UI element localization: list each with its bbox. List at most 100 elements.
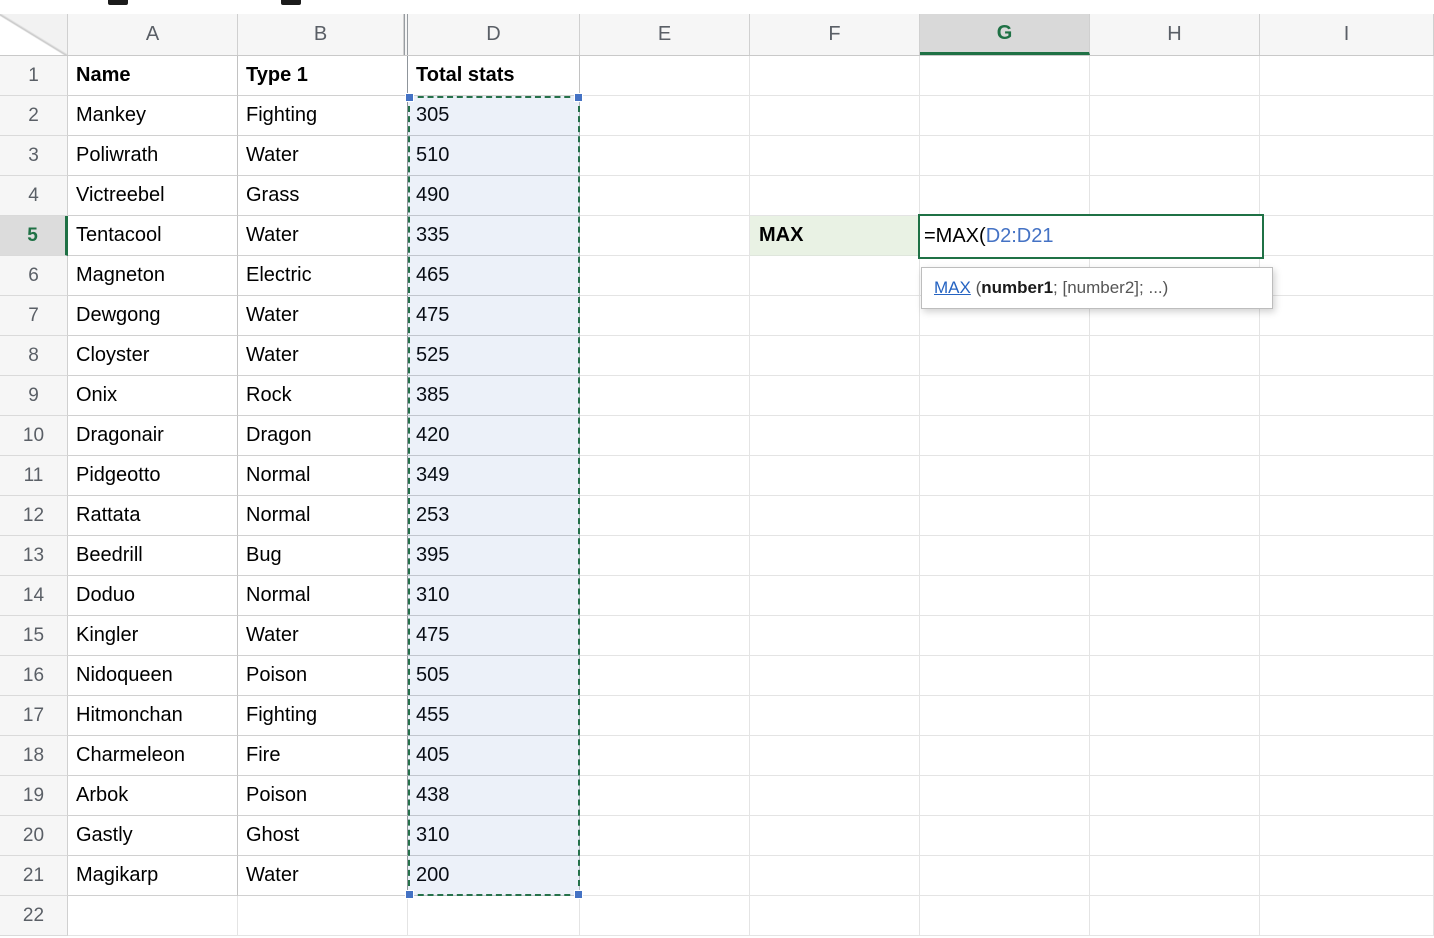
column-header-H[interactable]: H [1090,14,1260,55]
cell-G22[interactable] [920,896,1090,936]
cell-F16[interactable] [750,656,920,696]
select-all-corner[interactable] [0,14,68,55]
cell-I4[interactable] [1260,176,1434,216]
cell-F15[interactable] [750,616,920,656]
cell-E10[interactable] [580,416,750,456]
row-header-5[interactable]: 5 [0,216,68,256]
cell-I22[interactable] [1260,896,1434,936]
column-header-I[interactable]: I [1260,14,1434,55]
cell-B18[interactable]: Fire [238,736,408,776]
cell-F14[interactable] [750,576,920,616]
cell-G9[interactable] [920,376,1090,416]
cell-I16[interactable] [1260,656,1434,696]
cell-D12[interactable]: 253 [408,496,580,536]
cell-D17[interactable]: 455 [408,696,580,736]
cell-G15[interactable] [920,616,1090,656]
cell-A6[interactable]: Magneton [68,256,238,296]
cell-F10[interactable] [750,416,920,456]
cell-E6[interactable] [580,256,750,296]
cell-E2[interactable] [580,96,750,136]
row-header-14[interactable]: 14 [0,576,68,616]
row-header-15[interactable]: 15 [0,616,68,656]
cell-H1[interactable] [1090,56,1260,96]
cell-H8[interactable] [1090,336,1260,376]
cell-G14[interactable] [920,576,1090,616]
cell-D20[interactable]: 310 [408,816,580,856]
cell-B14[interactable]: Normal [238,576,408,616]
cell-A5[interactable]: Tentacool [68,216,238,256]
cell-E20[interactable] [580,816,750,856]
cell-I15[interactable] [1260,616,1434,656]
cell-E19[interactable] [580,776,750,816]
cell-D6[interactable]: 465 [408,256,580,296]
cell-H16[interactable] [1090,656,1260,696]
cell-E13[interactable] [580,536,750,576]
cell-F22[interactable] [750,896,920,936]
cell-D4[interactable]: 490 [408,176,580,216]
cell-H12[interactable] [1090,496,1260,536]
cell-F20[interactable] [750,816,920,856]
cell-I18[interactable] [1260,736,1434,776]
cell-I2[interactable] [1260,96,1434,136]
range-handle-bottom-right[interactable] [574,890,583,899]
cell-E21[interactable] [580,856,750,896]
cell-D9[interactable]: 385 [408,376,580,416]
cell-G11[interactable] [920,456,1090,496]
range-handle-top-right[interactable] [574,93,583,102]
cell-B4[interactable]: Grass [238,176,408,216]
cell-D19[interactable]: 438 [408,776,580,816]
cell-I17[interactable] [1260,696,1434,736]
cell-F4[interactable] [750,176,920,216]
row-header-22[interactable]: 22 [0,896,68,936]
row-header-6[interactable]: 6 [0,256,68,296]
cell-F2[interactable] [750,96,920,136]
cell-F7[interactable] [750,296,920,336]
cell-B2[interactable]: Fighting [238,96,408,136]
cell-D21[interactable]: 200 [408,856,580,896]
cell-D3[interactable]: 510 [408,136,580,176]
cell-H17[interactable] [1090,696,1260,736]
cell-I14[interactable] [1260,576,1434,616]
cell-D8[interactable]: 525 [408,336,580,376]
cell-E9[interactable] [580,376,750,416]
cell-A12[interactable]: Rattata [68,496,238,536]
cell-H20[interactable] [1090,816,1260,856]
cell-B20[interactable]: Ghost [238,816,408,856]
row-header-2[interactable]: 2 [0,96,68,136]
cell-A19[interactable]: Arbok [68,776,238,816]
cell-B1[interactable]: Type 1 [238,56,408,96]
cell-E3[interactable] [580,136,750,176]
cell-B10[interactable]: Dragon [238,416,408,456]
cell-G3[interactable] [920,136,1090,176]
cell-D5[interactable]: 335 [408,216,580,256]
cell-F11[interactable] [750,456,920,496]
cell-D2[interactable]: 305 [408,96,580,136]
cell-D18[interactable]: 405 [408,736,580,776]
row-header-11[interactable]: 11 [0,456,68,496]
cell-B16[interactable]: Poison [238,656,408,696]
tooltip-function-link[interactable]: MAX [934,278,971,298]
row-header-16[interactable]: 16 [0,656,68,696]
cell-I13[interactable] [1260,536,1434,576]
cell-B3[interactable]: Water [238,136,408,176]
row-header-19[interactable]: 19 [0,776,68,816]
formula-edit-cell-G5[interactable]: =MAX(D2:D21 [918,214,1264,259]
cell-G13[interactable] [920,536,1090,576]
column-header-A[interactable]: A [68,14,238,55]
cell-A16[interactable]: Nidoqueen [68,656,238,696]
cell-A7[interactable]: Dewgong [68,296,238,336]
cell-A14[interactable]: Doduo [68,576,238,616]
cell-H18[interactable] [1090,736,1260,776]
cell-B5[interactable]: Water [238,216,408,256]
cell-H11[interactable] [1090,456,1260,496]
cell-B7[interactable]: Water [238,296,408,336]
cell-D7[interactable]: 475 [408,296,580,336]
cell-A3[interactable]: Poliwrath [68,136,238,176]
cell-A10[interactable]: Dragonair [68,416,238,456]
cell-G2[interactable] [920,96,1090,136]
cell-F8[interactable] [750,336,920,376]
cell-H14[interactable] [1090,576,1260,616]
cell-A21[interactable]: Magikarp [68,856,238,896]
cell-I12[interactable] [1260,496,1434,536]
cell-I6[interactable] [1260,256,1434,296]
